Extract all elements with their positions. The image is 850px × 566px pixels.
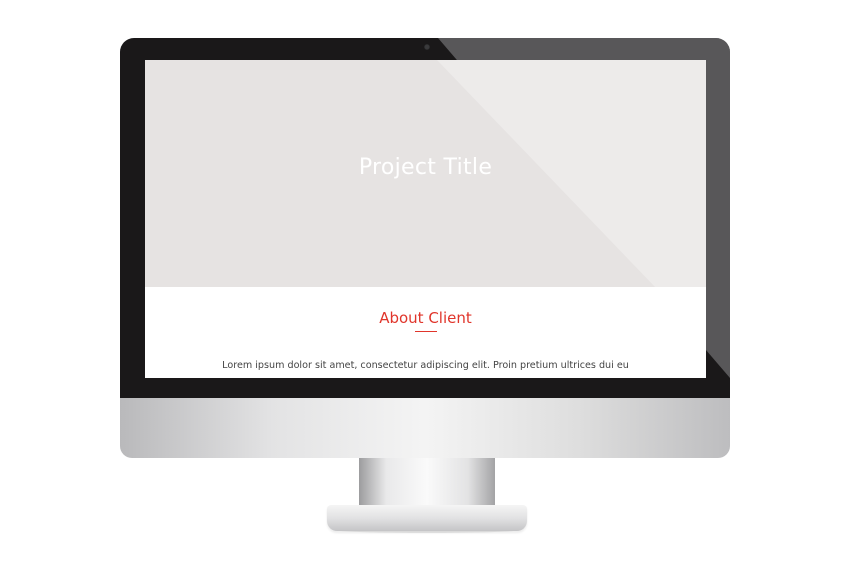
monitor-mockup: Project Title About Client Lorem ipsum d… — [0, 0, 850, 566]
camera-icon — [424, 44, 430, 50]
stand-base — [327, 505, 527, 531]
project-title: Project Title — [358, 155, 493, 180]
stand-neck — [359, 458, 495, 508]
about-client-body: Lorem ipsum dolor sit amet, consectetur … — [222, 360, 629, 371]
monitor-chin — [120, 398, 730, 458]
screen: Project Title About Client Lorem ipsum d… — [145, 60, 706, 378]
about-client-heading: About Client — [379, 309, 472, 327]
heading-underline — [415, 331, 437, 332]
